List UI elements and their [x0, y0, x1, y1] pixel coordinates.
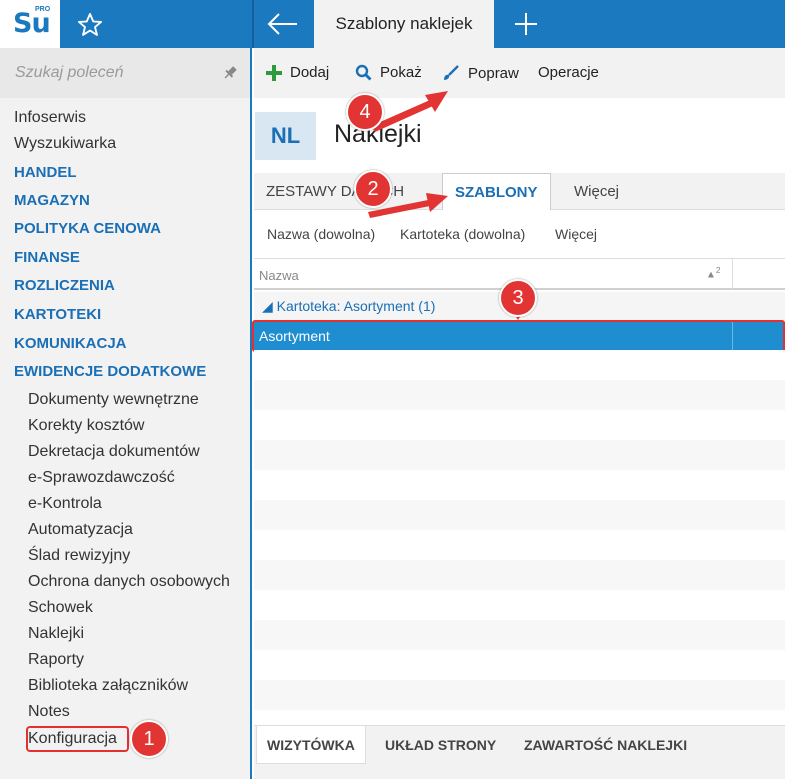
sidebar-item[interactable]: Ślad rewizyjny: [28, 547, 130, 565]
sidebar-item[interactable]: POLITYKA CENOWA: [14, 220, 161, 237]
empty-row: [254, 470, 785, 500]
star-icon[interactable]: [76, 11, 104, 39]
empty-rows: [254, 350, 785, 740]
callout-3: 3: [499, 279, 537, 317]
sidebar-item[interactable]: HANDEL: [14, 164, 77, 181]
show-button[interactable]: Pokaż: [355, 64, 422, 81]
filter-bar: Nazwa (dowolna) Kartoteka (dowolna) Więc…: [254, 210, 785, 258]
column-header-nazwa[interactable]: Nazwa: [259, 268, 299, 283]
sort-indicator[interactable]: ▲2: [706, 265, 721, 280]
toolbar: Dodaj Pokaż Popraw Operacje: [254, 48, 785, 98]
add-label: Dodaj: [290, 64, 330, 81]
collapse-triangle-icon[interactable]: ◢: [262, 298, 273, 314]
callout-4: 4: [346, 93, 384, 131]
empty-row: [254, 590, 785, 620]
back-arrow-icon[interactable]: [266, 12, 300, 36]
sidebar-item[interactable]: Dokumenty wewnętrzne: [28, 391, 199, 409]
column-separator[interactable]: [732, 259, 733, 289]
sidebar-item[interactable]: Naklejki: [28, 625, 84, 643]
filter-name[interactable]: Nazwa (dowolna): [267, 226, 375, 242]
konfiguracja-highlight: [26, 726, 129, 752]
empty-row: [254, 350, 785, 380]
edit-button[interactable]: Popraw: [442, 64, 519, 82]
tab-szablony[interactable]: SZABLONY: [442, 173, 551, 211]
sidebar-item[interactable]: Wyszukiwarka: [14, 135, 116, 153]
top-bar: Su PRO Szablony naklejek: [0, 0, 785, 48]
sidebar-item[interactable]: Automatyzacja: [28, 521, 133, 539]
empty-row: [254, 440, 785, 470]
new-tab-plus-icon[interactable]: [512, 10, 540, 38]
app-logo[interactable]: Su PRO: [0, 0, 60, 48]
tabs-bar: ZESTAWY DANYCH SZABLONY Więcej: [254, 173, 785, 211]
empty-row: [254, 680, 785, 710]
operations-button[interactable]: Operacje: [538, 64, 599, 81]
group-label: Kartoteka: Asortyment: [276, 298, 415, 314]
plus-icon: [266, 64, 282, 81]
empty-row: [254, 650, 785, 680]
sidebar-item[interactable]: Ochrona danych osobowych: [28, 573, 230, 591]
sidebar-item[interactable]: Korekty kosztów: [28, 417, 144, 435]
sidebar: Szukaj poleceń: [0, 48, 252, 779]
search-icon: [355, 64, 372, 81]
callout-2: 2: [354, 170, 392, 208]
logo-sup: PRO: [35, 6, 51, 13]
sidebar-item[interactable]: FINANSE: [14, 249, 80, 266]
tab-wizytowka[interactable]: WIZYTÓWKA: [256, 726, 366, 764]
sidebar-item[interactable]: Biblioteka załączników: [28, 677, 188, 695]
empty-row: [254, 560, 785, 590]
sidebar-item[interactable]: Dekretacja dokumentów: [28, 443, 200, 461]
tab-uklad-strony[interactable]: UKŁAD STRONY: [385, 726, 496, 764]
add-button[interactable]: Dodaj: [266, 64, 329, 81]
empty-row: [254, 410, 785, 440]
empty-row: [254, 530, 785, 560]
empty-row: [254, 500, 785, 530]
tab-zawartosc-naklejki[interactable]: ZAWARTOŚĆ NAKLEJKI: [524, 726, 687, 764]
top-divider: [252, 0, 254, 48]
selected-row-highlight: [252, 320, 785, 352]
sidebar-item[interactable]: EWIDENCJE DODATKOWE: [14, 363, 206, 380]
pin-icon[interactable]: [222, 65, 238, 81]
sidebar-item[interactable]: e-Sprawozdawczość: [28, 469, 175, 487]
sidebar-item[interactable]: e-Kontrola: [28, 495, 102, 513]
edit-label: Popraw: [468, 64, 519, 82]
module-badge: NL: [255, 112, 316, 160]
empty-row: [254, 620, 785, 650]
show-label: Pokaż: [380, 64, 422, 81]
sidebar-item[interactable]: KOMUNIKACJA: [14, 335, 127, 352]
sidebar-item[interactable]: MAGAZYN: [14, 192, 90, 209]
empty-row: [254, 380, 785, 410]
brush-icon: [444, 65, 459, 80]
sidebar-item[interactable]: ROZLICZENIA: [14, 277, 115, 294]
sidebar-item[interactable]: KARTOTEKI: [14, 306, 101, 323]
filter-card[interactable]: Kartoteka (dowolna): [400, 226, 525, 242]
group-count: (1): [418, 298, 436, 314]
sidebar-item[interactable]: Schowek: [28, 599, 93, 617]
search-placeholder: Szukaj poleceń: [15, 64, 124, 81]
sidebar-item[interactable]: Raporty: [28, 651, 84, 669]
tab-szablony-naklejek[interactable]: Szablony naklejek: [314, 0, 494, 48]
callout-1: 1: [130, 720, 168, 758]
sidebar-item[interactable]: Notes: [28, 703, 70, 721]
bottom-tabs: WIZYTÓWKA UKŁAD STRONY ZAWARTOŚĆ NAKLEJK…: [254, 725, 785, 779]
operations-label: Operacje: [538, 64, 599, 81]
sidebar-item[interactable]: Infoserwis: [14, 109, 86, 127]
sort-index: 2: [715, 265, 721, 275]
filter-more[interactable]: Więcej: [555, 226, 597, 242]
command-search-input[interactable]: Szukaj poleceń: [0, 48, 250, 98]
tab-wiecej[interactable]: Więcej: [574, 173, 619, 210]
